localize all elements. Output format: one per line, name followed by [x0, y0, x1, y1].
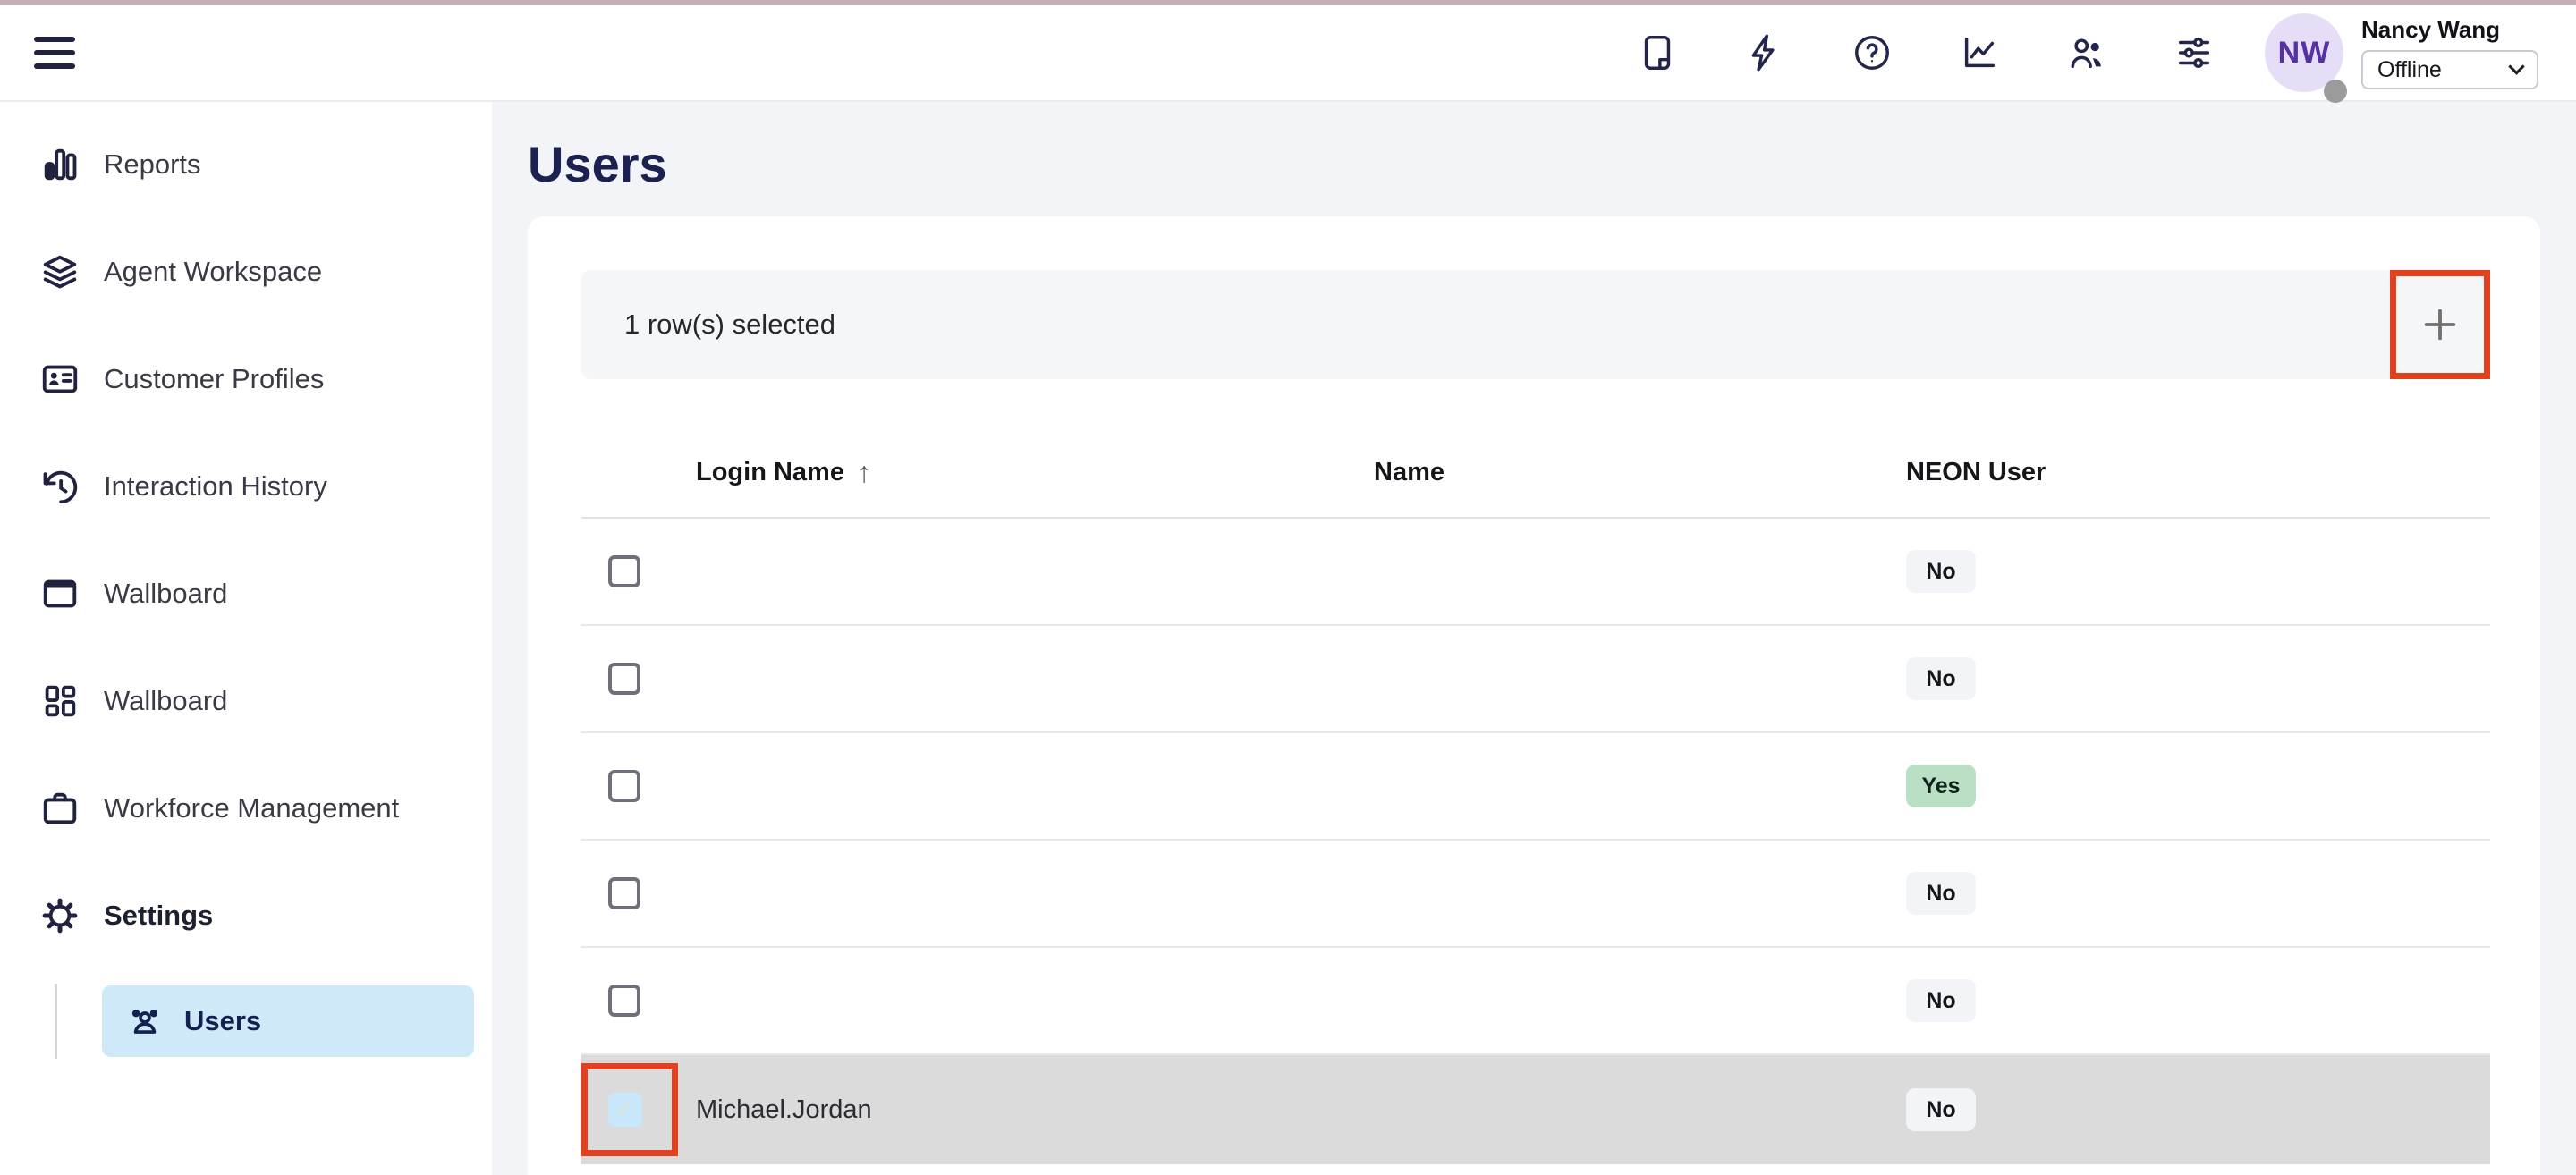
main-content: Users 1 row(s) selected Login Name ↑: [492, 102, 2576, 1175]
hamburger-menu-icon[interactable]: [34, 37, 75, 69]
status-select[interactable]: Offline: [2361, 50, 2538, 89]
note-icon[interactable]: [1637, 32, 1678, 73]
login-name-cell: Michael.Jordan: [696, 1095, 1374, 1125]
column-header-login-name[interactable]: Login Name ↑: [696, 456, 1374, 489]
column-header-name[interactable]: Name: [1374, 458, 1906, 487]
app-header: NW Nancy Wang Offline: [0, 5, 2576, 102]
analytics-chart-icon[interactable]: [1959, 32, 2000, 73]
sidebar-item-customer-profiles[interactable]: Customer Profiles: [0, 325, 492, 433]
sidebar-item-label: Agent Workspace: [104, 256, 322, 288]
sidebar-item-reports[interactable]: Reports: [0, 111, 492, 218]
sort-ascending-icon: ↑: [857, 456, 871, 489]
table-row[interactable]: No: [581, 948, 2490, 1055]
table-row[interactable]: No: [581, 626, 2490, 733]
sidebar-item-label: Users: [184, 1005, 261, 1037]
status-select-value: Offline: [2377, 57, 2442, 83]
sidebar-item-users-active[interactable]: Users: [102, 985, 474, 1057]
sidebar-item-settings[interactable]: Settings: [0, 862, 492, 969]
row-checkbox[interactable]: [608, 877, 640, 909]
status-dot: [2324, 80, 2347, 103]
dashboard-grid-icon: [39, 680, 80, 722]
window-icon: [39, 573, 80, 614]
annotation-checkbox-highlight: [581, 1063, 678, 1156]
users-table: Login Name ↑ Name NEON User No No: [581, 427, 2490, 1164]
row-checkbox[interactable]: [608, 555, 640, 588]
gear-icon: [39, 895, 80, 936]
bar-chart-icon: [39, 144, 80, 185]
table-row-selected[interactable]: ✓ Michael.Jordan No: [581, 1055, 2490, 1164]
plus-icon: [2419, 304, 2461, 345]
table-row[interactable]: No: [581, 519, 2490, 626]
sidebar-item-label: Interaction History: [104, 470, 327, 503]
row-checkbox[interactable]: [608, 663, 640, 695]
sidebar-item-label: Wallboard: [104, 685, 227, 717]
users-card: 1 row(s) selected Login Name ↑ Name NEON…: [528, 216, 2540, 1175]
selection-toolbar: 1 row(s) selected: [581, 270, 2490, 379]
sidebar: Reports Agent Workspace Customer Profile…: [0, 102, 492, 1175]
help-icon[interactable]: [1852, 32, 1893, 73]
neon-user-badge: No: [1906, 657, 1976, 700]
page-title: Users: [528, 138, 2540, 191]
history-icon: [39, 466, 80, 507]
sidebar-item-interaction-history[interactable]: Interaction History: [0, 433, 492, 540]
row-checkbox[interactable]: [608, 985, 640, 1017]
avatar[interactable]: NW: [2265, 13, 2343, 92]
sidebar-item-label: Workforce Management: [104, 792, 399, 824]
table-header-row: Login Name ↑ Name NEON User: [581, 427, 2490, 519]
add-user-button[interactable]: [2390, 270, 2490, 379]
neon-user-badge: No: [1906, 979, 1976, 1022]
user-name: Nancy Wang: [2361, 16, 2538, 44]
layers-icon: [39, 251, 80, 292]
header-toolbar: NW Nancy Wang Offline: [1637, 13, 2538, 92]
id-card-icon: [39, 359, 80, 400]
sidebar-item-label: Wallboard: [104, 578, 227, 610]
sliders-settings-icon[interactable]: [2174, 32, 2215, 73]
user-block: Nancy Wang Offline: [2361, 16, 2538, 89]
neon-user-badge: No: [1906, 872, 1976, 915]
sidebar-item-label: Settings: [104, 900, 213, 932]
table-row[interactable]: No: [581, 841, 2490, 948]
sidebar-item-workforce-management[interactable]: Workforce Management: [0, 755, 492, 862]
lightning-icon[interactable]: [1744, 32, 1785, 73]
neon-user-badge: Yes: [1906, 765, 1976, 807]
sidebar-item-wallboard-grid[interactable]: Wallboard: [0, 647, 492, 755]
sidebar-item-label: Reports: [104, 148, 201, 181]
row-checkbox[interactable]: [608, 770, 640, 802]
briefcase-icon: [39, 788, 80, 829]
neon-user-badge: No: [1906, 550, 1976, 593]
column-header-neon-user[interactable]: NEON User: [1906, 458, 2490, 487]
neon-user-badge: No: [1906, 1088, 1976, 1131]
users-group-icon: [125, 1002, 165, 1041]
people-icon[interactable]: [2066, 32, 2107, 73]
selection-count-text: 1 row(s) selected: [624, 309, 835, 341]
sidebar-item-agent-workspace[interactable]: Agent Workspace: [0, 218, 492, 325]
tree-indent-line: [55, 984, 57, 1059]
chevron-down-icon: [2508, 58, 2524, 74]
sidebar-item-wallboard-window[interactable]: Wallboard: [0, 540, 492, 647]
avatar-initials: NW: [2278, 36, 2331, 71]
sidebar-item-label: Customer Profiles: [104, 363, 324, 395]
table-row[interactable]: Yes: [581, 733, 2490, 841]
